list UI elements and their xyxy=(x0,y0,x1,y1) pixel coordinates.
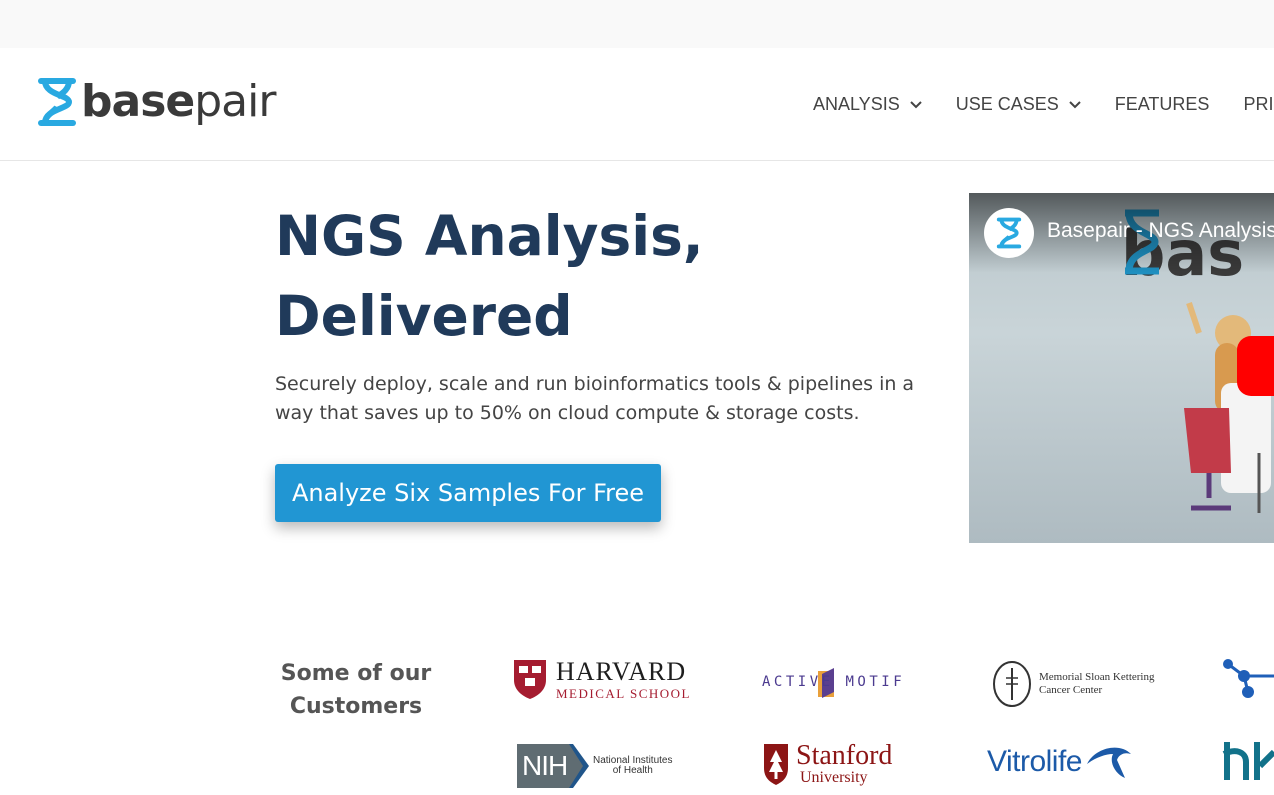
video-title[interactable]: Basepair - NGS Analysis xyxy=(1047,219,1274,243)
nav-label: FEATURES xyxy=(1114,94,1210,114)
logo-wordmark: basepair xyxy=(81,70,276,134)
vitrolife-logo: Vitrolife xyxy=(987,744,1133,780)
stanford-line2: University xyxy=(800,769,868,786)
chevron-down-icon xyxy=(1069,100,1081,108)
play-button[interactable] xyxy=(1237,336,1274,396)
chevron-down-icon xyxy=(910,100,922,108)
active-motif-logo: ACTIVE MOTIF xyxy=(760,668,902,698)
video-player[interactable]: bas Basepair - NGS Analysis xyxy=(969,193,1274,543)
hero-title: NGS Analysis, Delivered xyxy=(275,196,915,356)
hero-subtitle: Securely deploy, scale and run bioinform… xyxy=(275,373,915,424)
harvard-line2: MEDICAL SCHOOL xyxy=(556,685,691,701)
mskcc-logo: Memorial Sloan Kettering Cancer Center xyxy=(992,660,1154,708)
nav-item-pricing[interactable]: PRICING xyxy=(1243,94,1274,115)
analyze-free-button[interactable]: Analyze Six Samples For Free xyxy=(275,464,661,522)
nav-item-features[interactable]: FEATURES xyxy=(1115,94,1210,115)
active-motif-text: ACTIVE MOTIF xyxy=(762,674,906,690)
hero-title-line1: NGS Analysis, xyxy=(275,204,704,268)
harvard-medical-school-logo: HARVARD MEDICAL SCHOOL xyxy=(512,658,691,700)
site-header: basepair ANALYSIS USE CASES FEATURES PRI… xyxy=(0,48,1274,161)
nav-item-use-cases[interactable]: USE CASES xyxy=(956,94,1081,115)
dna-helix-icon xyxy=(996,217,1022,249)
nih-line2: of Health xyxy=(612,765,653,776)
hero-title-line2: Delivered xyxy=(275,284,573,348)
nav-label: USE CASES xyxy=(955,94,1059,114)
basepair-logo[interactable]: basepair xyxy=(37,70,276,134)
main-nav: ANALYSIS USE CASES FEATURES PRICING xyxy=(813,48,1274,161)
mskcc-seal-icon xyxy=(993,661,1031,707)
vitrolife-swoosh-icon xyxy=(1087,747,1131,778)
top-strip xyxy=(0,0,1274,48)
nih-mark: NIH xyxy=(522,750,568,781)
stanford-tree-icon xyxy=(764,744,788,785)
molecule-logo-icon xyxy=(1223,659,1274,698)
vitrolife-text: Vitrolife xyxy=(987,745,1083,778)
nav-label: PRICING xyxy=(1243,94,1274,114)
stanford-university-logo: Stanford University xyxy=(762,742,892,786)
customers-label: Some of our Customers xyxy=(280,661,432,719)
stanford-line1: Stanford xyxy=(796,740,893,771)
mskcc-line2: Cancer Center xyxy=(1039,684,1103,696)
harvard-line1: HARVARD xyxy=(556,656,687,686)
nki-logo-icon xyxy=(1222,742,1274,780)
channel-avatar[interactable] xyxy=(984,208,1034,258)
harvard-shield-icon xyxy=(514,660,546,699)
logo-pair-text: pair xyxy=(194,76,276,127)
nav-label: ANALYSIS xyxy=(813,94,900,114)
nih-logo: NIH National Institutes of Health xyxy=(517,742,673,790)
nav-item-analysis[interactable]: ANALYSIS xyxy=(813,94,922,115)
mskcc-line1: Memorial Sloan Kettering xyxy=(1039,671,1155,684)
dna-helix-icon xyxy=(38,78,76,126)
logo-base-text: base xyxy=(81,76,195,127)
